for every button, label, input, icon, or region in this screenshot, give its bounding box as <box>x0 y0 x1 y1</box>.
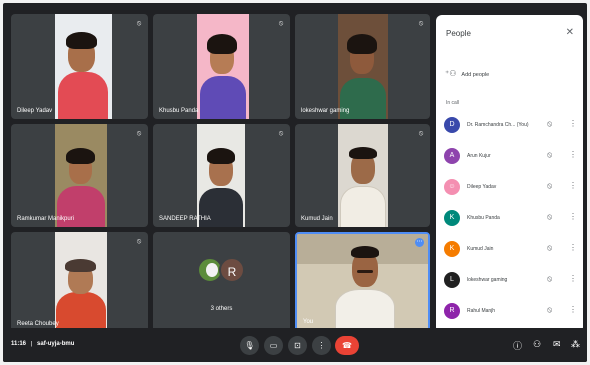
more-options-button[interactable]: ⋮ <box>312 336 331 355</box>
participant-row[interactable]: ☺ Dileep Yadav ⦸ ⋮ <box>444 179 580 199</box>
people-panel: People ✕ ⁺⚇ Add people In call D Dr. Ramch… <box>436 15 583 333</box>
more-options-icon[interactable]: ⋯ <box>415 238 424 247</box>
mic-muted-icon: ⦸ <box>418 20 424 27</box>
mic-muted-icon: ⦸ <box>136 238 142 245</box>
avatar: ☺ <box>444 179 460 195</box>
panel-title: People <box>446 29 471 38</box>
participant-name: Kumud Jain <box>467 246 494 252</box>
camera-button[interactable]: ▭ <box>264 336 283 355</box>
others-count: 3 others <box>210 306 233 312</box>
participant-row[interactable]: Llokeshwar gaming ⦸ ⋮ <box>444 272 580 292</box>
avatar: K <box>444 241 460 257</box>
participant-name: Dileep Yadav <box>17 108 53 114</box>
meeting-info: 11:16 | saf-uyja-bmu <box>11 341 75 347</box>
add-person-icon: ⁺⚇ <box>445 69 457 78</box>
people-icon[interactable]: ⚇ <box>533 339 541 350</box>
video-tile[interactable]: ⦸ Ramkumar Manikpuri <box>11 124 148 227</box>
participant-name: You <box>303 319 314 325</box>
participant-name: Reeta Choubey <box>17 321 59 327</box>
mic-muted-icon[interactable]: ⦸ <box>547 119 552 129</box>
info-icon[interactable]: ⓘ <box>513 339 522 352</box>
avatar: K <box>444 210 460 226</box>
participant-name: Kumud Jain <box>301 216 333 222</box>
participant-name: Arun Kujur <box>467 153 491 159</box>
mic-muted-icon[interactable]: ⦸ <box>547 212 552 222</box>
participant-video <box>197 14 249 119</box>
end-call-button[interactable]: ☎ <box>335 336 359 355</box>
microphone-button[interactable]: 🎙 <box>240 336 259 355</box>
close-icon[interactable]: ✕ <box>566 27 574 38</box>
avatar: R <box>444 303 460 319</box>
present-screen-button[interactable]: ⊡ <box>288 336 307 355</box>
participant-row[interactable]: A Arun Kujur ⦸ ⋮ <box>444 148 580 168</box>
video-tile[interactable]: ⦸ Dileep Yadav <box>11 14 148 119</box>
video-tile[interactable]: ⦸ Khusbu Panda <box>153 14 290 119</box>
mic-muted-icon[interactable]: ⦸ <box>547 305 552 315</box>
participant-name: Khusbu Panda <box>467 215 500 221</box>
mic-muted-icon: ⦸ <box>136 130 142 137</box>
avatar: R <box>219 257 245 283</box>
mic-muted-icon[interactable]: ⦸ <box>547 274 552 284</box>
video-tile[interactable]: ⦸ Reeta Choubey <box>11 232 148 332</box>
mic-muted-icon[interactable]: ⦸ <box>547 243 552 253</box>
participant-video <box>338 124 388 227</box>
participant-row[interactable]: R Rahul Manjh ⦸ ⋮ <box>444 303 580 323</box>
video-tile-self[interactable]: ⋯ You <box>295 232 430 332</box>
mic-muted-icon[interactable]: ⦸ <box>547 181 552 191</box>
video-tile[interactable]: ⦸ lokeshwar gaming <box>295 14 430 119</box>
participant-name: SANDEEP RATHIA <box>159 216 211 222</box>
control-bar: 11:16 | saf-uyja-bmu 🎙 ▭ ⊡ ⋮ ☎ ⓘ ⚇ ✉ ⁂ <box>3 328 587 362</box>
participant-name: Ramkumar Manikpuri <box>17 216 75 222</box>
participant-name: lokeshwar gaming <box>467 277 508 283</box>
participant-video <box>297 234 428 330</box>
activities-icon[interactable]: ⁂ <box>571 339 580 350</box>
mic-muted-icon: ⦸ <box>418 130 424 137</box>
meet-window: ⦸ Dileep Yadav ⦸ Khusbu Panda ⦸ lokeshwa… <box>3 3 587 362</box>
more-options-icon[interactable]: ⋮ <box>569 181 577 190</box>
participant-video <box>55 14 112 119</box>
avatar: L <box>444 272 460 288</box>
more-options-icon[interactable]: ⋮ <box>569 305 577 314</box>
more-options-icon[interactable]: ⋮ <box>569 243 577 252</box>
avatar: D <box>444 117 460 133</box>
participant-video <box>197 124 245 227</box>
chat-icon[interactable]: ✉ <box>553 339 561 350</box>
more-options-icon[interactable]: ⋮ <box>569 212 577 221</box>
participant-row[interactable]: K Khusbu Panda ⦸ ⋮ <box>444 210 580 230</box>
avatar: A <box>444 148 460 164</box>
in-call-section-label: In call <box>446 100 460 106</box>
participant-video <box>338 14 388 119</box>
video-tile[interactable]: ⦸ SANDEEP RATHIA <box>153 124 290 227</box>
mic-muted-icon: ⦸ <box>136 20 142 27</box>
mic-muted-icon: ⦸ <box>278 20 284 27</box>
add-people-button[interactable]: ⁺⚇ Add people <box>445 69 489 78</box>
mic-muted-icon[interactable]: ⦸ <box>547 150 552 160</box>
participant-video <box>55 232 107 332</box>
participant-name: Khusbu Panda <box>159 108 199 114</box>
participant-name: Dileep Yadav <box>467 184 497 190</box>
participant-name: Dr. Ramchandra Ch... (You) <box>467 122 529 128</box>
more-options-icon[interactable]: ⋮ <box>569 274 577 283</box>
participant-video <box>55 124 107 227</box>
participant-row[interactable]: D Dr. Ramchandra Ch... (You) ⦸ ⋮ <box>444 117 580 137</box>
participant-name: Rahul Manjh <box>467 308 496 314</box>
participant-name: lokeshwar gaming <box>301 108 350 114</box>
participant-row[interactable]: K Kumud Jain ⦸ ⋮ <box>444 241 580 261</box>
video-tile[interactable]: ⦸ Kumud Jain <box>295 124 430 227</box>
mic-muted-icon: ⦸ <box>278 130 284 137</box>
more-options-icon[interactable]: ⋮ <box>569 150 577 159</box>
video-tile-others[interactable]: R 3 others <box>153 232 290 332</box>
more-options-icon[interactable]: ⋮ <box>569 119 577 128</box>
